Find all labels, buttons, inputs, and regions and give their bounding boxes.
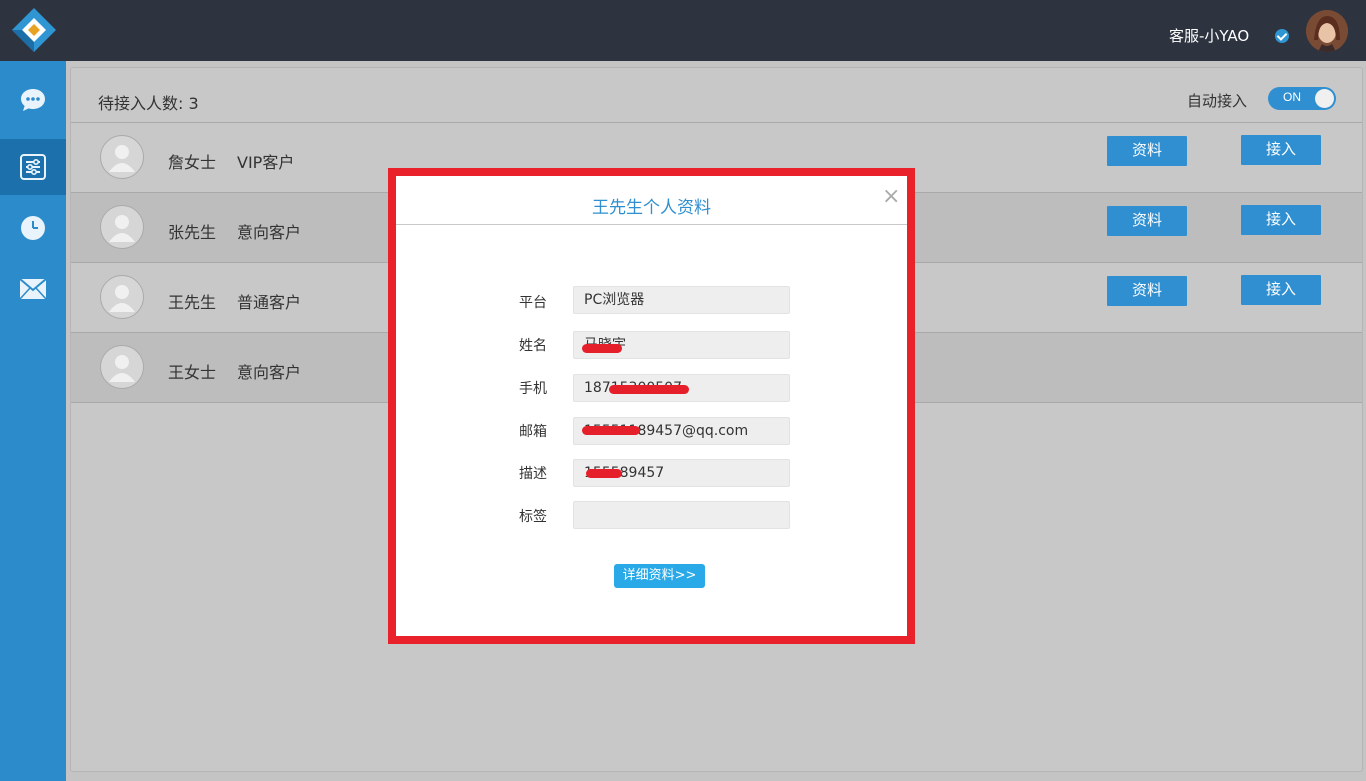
top-bar: 客服-小YAO	[0, 0, 1366, 61]
sidebar-item-mail[interactable]	[0, 261, 66, 317]
field-label-phone: 手机	[519, 381, 547, 397]
clock-icon	[21, 216, 45, 240]
sidebar-item-chat[interactable]	[0, 72, 66, 128]
modal-title: 王先生个人资料	[592, 198, 711, 218]
redaction-mark	[609, 385, 689, 394]
close-icon[interactable]: ×	[882, 186, 900, 208]
view-info-button[interactable]: 资料	[1107, 276, 1187, 306]
field-label-platform: 平台	[519, 295, 547, 311]
agent-name[interactable]: 客服-小YAO	[1169, 26, 1249, 46]
customer-name: 王先生	[168, 293, 217, 312]
auto-accept-toggle[interactable]: ON	[1268, 87, 1336, 110]
detail-info-button[interactable]: 详细资料>>	[614, 564, 705, 588]
customer-avatar-icon	[100, 135, 144, 179]
customer-avatar-icon	[100, 345, 144, 389]
auto-accept-label: 自动接入	[1187, 92, 1248, 110]
sidebar	[0, 61, 66, 781]
sidebar-item-history[interactable]	[0, 200, 66, 256]
view-info-button[interactable]: 资料	[1107, 136, 1187, 166]
queue-count: 待接入人数: 3	[98, 94, 199, 113]
envelope-icon	[19, 278, 47, 300]
toggle-knob	[1315, 89, 1334, 108]
sliders-icon	[20, 154, 46, 180]
user-avatar[interactable]	[1306, 10, 1348, 52]
accept-button[interactable]: 接入	[1241, 135, 1321, 165]
redaction-mark	[586, 469, 622, 478]
toggle-text: ON	[1283, 90, 1301, 104]
view-info-button[interactable]: 资料	[1107, 206, 1187, 236]
field-label-email: 邮箱	[519, 424, 547, 440]
logo-icon	[10, 6, 58, 54]
customer-type: 普通客户	[237, 293, 302, 312]
sidebar-item-settings[interactable]	[0, 139, 66, 195]
profile-modal: 王先生个人资料 × 平台 PC浏览器 姓名 马晓宇 手机 18715300507…	[396, 176, 907, 636]
redaction-mark	[582, 426, 640, 435]
customer-type: VIP客户	[237, 153, 295, 172]
redaction-mark	[582, 344, 622, 353]
queue-header: 待接入人数: 3 自动接入 ON	[71, 68, 1362, 123]
customer-name: 詹女士	[168, 153, 217, 172]
platform-field[interactable]: PC浏览器	[573, 286, 790, 314]
modal-divider	[396, 224, 907, 225]
customer-type: 意向客户	[237, 223, 302, 242]
customer-avatar-icon	[100, 275, 144, 319]
verified-icon	[1275, 29, 1289, 43]
tags-field[interactable]	[573, 501, 790, 529]
accept-button[interactable]: 接入	[1241, 205, 1321, 235]
field-label-description: 描述	[519, 466, 547, 482]
customer-name: 王女士	[168, 363, 217, 382]
customer-avatar-icon	[100, 205, 144, 249]
accept-button[interactable]: 接入	[1241, 275, 1321, 305]
field-label-name: 姓名	[519, 338, 547, 354]
chat-bubble-icon	[21, 89, 45, 111]
customer-name: 张先生	[168, 223, 217, 242]
customer-type: 意向客户	[237, 363, 302, 382]
field-label-tags: 标签	[519, 509, 547, 525]
